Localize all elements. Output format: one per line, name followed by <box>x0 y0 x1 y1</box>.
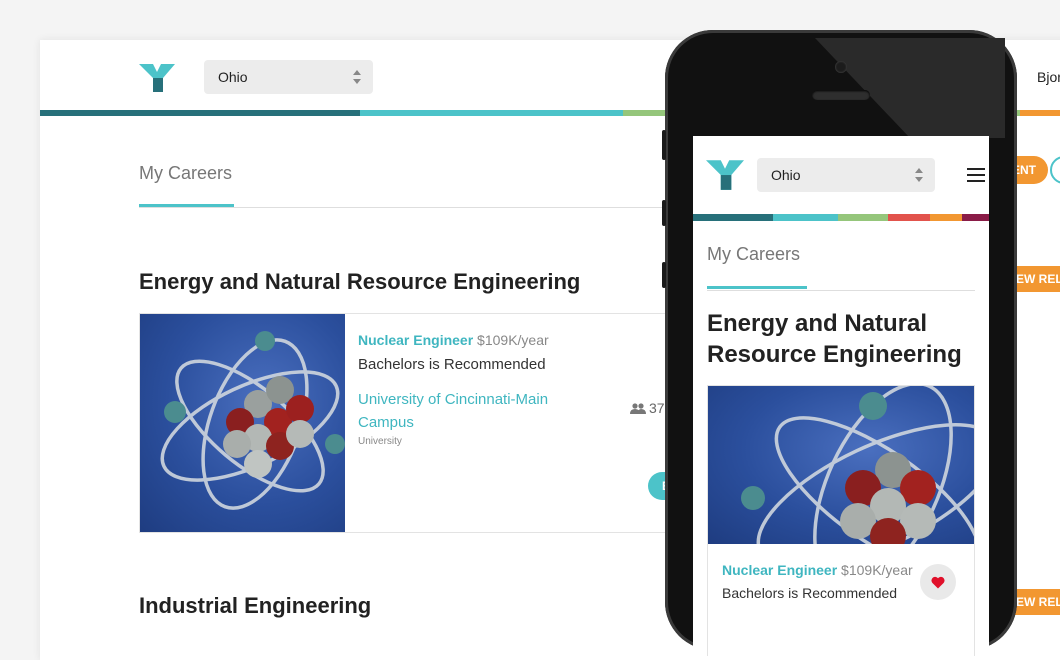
tab-divider <box>707 290 975 291</box>
user-name[interactable]: Bjor <box>1037 69 1060 85</box>
job-title-line: Nuclear Engineer $109K/year <box>722 562 913 578</box>
speaker-grille <box>812 90 870 100</box>
job-salary: $109K/year <box>841 562 913 578</box>
career-card[interactable]: Nuclear Engineer $109K/year Bachelors is… <box>707 385 975 656</box>
outline-button[interactable] <box>1050 156 1060 184</box>
career-card[interactable]: Nuclear Engineer $109K/year Bachelors is… <box>139 313 699 533</box>
phone-glare <box>815 38 1005 138</box>
student-count: 37, <box>630 400 668 416</box>
state-select-value: Ohio <box>218 69 248 85</box>
phone-frame: Ohio My Careers Energy and Natural Resou… <box>662 30 1017 656</box>
select-arrows-icon <box>353 70 361 84</box>
logo-icon[interactable] <box>706 158 744 190</box>
tab-divider <box>139 207 699 208</box>
phone-screen: Ohio My Careers Energy and Natural Resou… <box>693 136 989 656</box>
heart-icon <box>931 576 945 588</box>
job-salary: $109K/year <box>477 332 549 348</box>
section-title: Energy and Natural Resource Engineering <box>707 308 962 370</box>
view-relationship-label: EW REL <box>1016 595 1060 609</box>
hamburger-menu-icon[interactable] <box>967 168 985 182</box>
side-button[interactable] <box>662 200 666 226</box>
view-relationship-label: EW REL <box>1016 272 1060 286</box>
state-select[interactable]: Ohio <box>757 158 935 192</box>
section-title-line2: Resource Engineering <box>707 341 962 368</box>
people-icon <box>630 402 646 414</box>
school-type: University <box>358 436 402 447</box>
school-name-line1: University of Cincinnati-Main <box>358 391 549 408</box>
job-name[interactable]: Nuclear Engineer <box>358 332 473 348</box>
school-link[interactable]: University of Cincinnati-Main Campus <box>358 388 588 434</box>
tab-my-careers[interactable]: My Careers <box>139 163 232 184</box>
select-arrows-icon <box>915 168 923 182</box>
section-title: Industrial Engineering <box>139 593 372 618</box>
tab-my-careers[interactable]: My Careers <box>707 244 800 265</box>
school-name-line2: Campus <box>358 414 414 431</box>
career-image <box>708 386 974 544</box>
section-title: Energy and Natural Resource Engineering <box>139 269 581 294</box>
job-title-line: Nuclear Engineer $109K/year <box>358 332 549 348</box>
job-name[interactable]: Nuclear Engineer <box>722 562 837 578</box>
education-requirement: Bachelors is Recommended <box>722 585 898 601</box>
state-select[interactable]: Ohio <box>204 60 373 94</box>
front-camera <box>835 61 847 73</box>
section-title-line1: Energy and Natural <box>707 310 928 337</box>
career-image <box>140 314 345 532</box>
logo-icon[interactable] <box>139 62 175 92</box>
side-button[interactable] <box>662 262 666 288</box>
color-stripe <box>693 214 989 221</box>
education-requirement: Bachelors is Recommended <box>358 356 546 373</box>
favorite-button[interactable] <box>920 564 956 600</box>
side-button[interactable] <box>662 130 666 160</box>
tab-active-indicator <box>707 286 807 289</box>
state-select-value: Ohio <box>771 167 801 183</box>
